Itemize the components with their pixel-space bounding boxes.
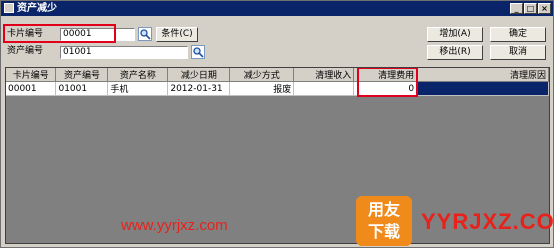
asset-no-label: 资产编号 [7, 46, 44, 56]
search-icon [193, 47, 204, 58]
table-row[interactable]: 00001 01001 手机 2012-01-31 报废 0 [6, 81, 549, 96]
maximize-button[interactable]: □ [524, 3, 537, 14]
watermark-brand: YYRJXZ.COM [421, 209, 554, 234]
asset-no-input[interactable]: 01001 [60, 46, 188, 59]
asset-no-lookup-button[interactable] [191, 45, 205, 59]
col-header-cleanup-cost[interactable]: 清理费用 [353, 68, 418, 82]
col-header-card-no[interactable]: 卡片编号 [6, 68, 57, 82]
asset-table: 卡片编号 资产编号 资产名称 减少日期 减少方式 清理收入 清理费用 清理原因 … [6, 68, 549, 96]
cell-asset-no[interactable]: 01001 [55, 81, 109, 96]
card-no-label: 卡片编号 [7, 29, 44, 39]
close-button[interactable]: × [538, 3, 551, 14]
table-header-row: 卡片编号 资产编号 资产名称 减少日期 减少方式 清理收入 清理费用 清理原因 [6, 68, 549, 82]
col-header-asset-no[interactable]: 资产编号 [55, 68, 109, 82]
app-icon [4, 3, 14, 13]
title-bar: 资产减少 _ □ × [1, 1, 553, 16]
cell-cleanup-income[interactable] [293, 81, 355, 96]
cell-card-no[interactable]: 00001 [6, 81, 57, 96]
col-header-reduce-method[interactable]: 减少方式 [229, 68, 295, 82]
condition-button[interactable]: 条件(C) [156, 27, 198, 42]
cell-asset-name[interactable]: 手机 [107, 81, 169, 96]
watermark-url: www.yyrjxz.com [121, 217, 228, 234]
card-no-input[interactable]: 00001 [60, 28, 135, 41]
search-icon [140, 29, 151, 40]
cell-cleanup-cost[interactable]: 0 [353, 81, 418, 96]
col-header-cleanup-income[interactable]: 清理收入 [293, 68, 355, 82]
col-header-cleanup-reason[interactable]: 清理原因 [416, 68, 549, 82]
col-header-asset-name[interactable]: 资产名称 [107, 68, 169, 82]
cancel-button[interactable]: 取消 [490, 45, 546, 60]
confirm-button[interactable]: 确定 [490, 27, 546, 42]
col-header-reduce-date[interactable]: 减少日期 [167, 68, 231, 82]
cell-reduce-method[interactable]: 报废 [229, 81, 295, 96]
watermark-logo: 用友 下载 [356, 196, 412, 246]
minimize-button[interactable]: _ [510, 3, 523, 14]
card-no-lookup-button[interactable] [138, 27, 152, 41]
asset-reduction-window: 资产减少 _ □ × 卡片编号 00001 条件(C) 资产编号 01001 增… [0, 0, 554, 248]
cell-reduce-date[interactable]: 2012-01-31 [167, 81, 231, 96]
cell-cleanup-reason[interactable] [416, 81, 549, 96]
add-button[interactable]: 增加(A) [427, 27, 483, 42]
window-title: 资产减少 [17, 3, 57, 14]
remove-button[interactable]: 移出(R) [427, 45, 483, 60]
